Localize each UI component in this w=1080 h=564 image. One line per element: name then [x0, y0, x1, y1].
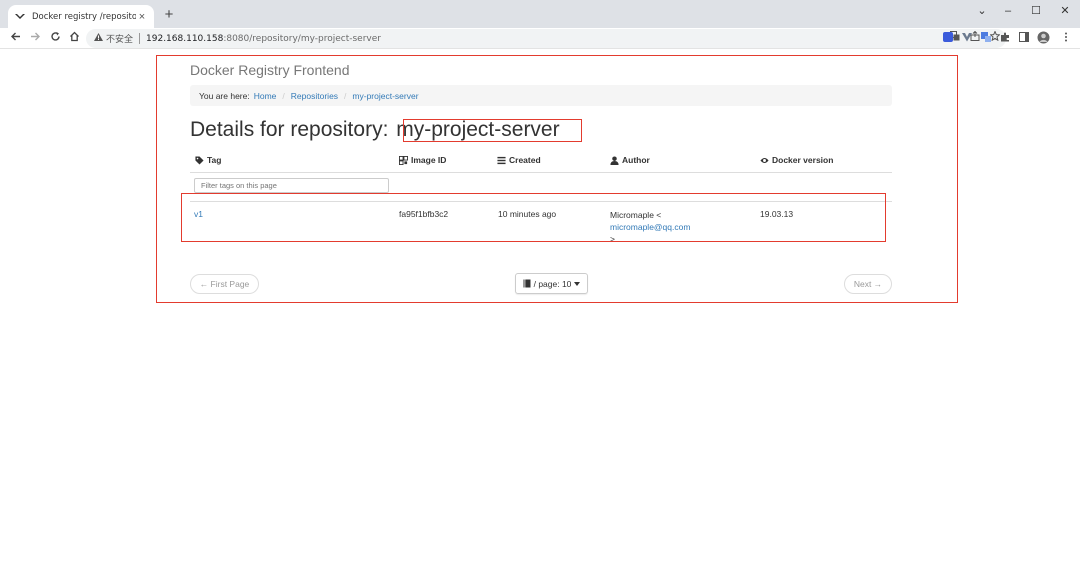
- column-header-image-id[interactable]: Image ID: [399, 155, 446, 165]
- first-page-button[interactable]: ← First Page: [190, 274, 259, 294]
- list-icon: [497, 156, 506, 164]
- app-brand[interactable]: Docker Registry Frontend: [190, 62, 350, 78]
- caret-down-icon: [574, 281, 581, 286]
- extensions-puzzle-icon[interactable]: [999, 32, 1011, 44]
- qrcode-icon: [399, 155, 408, 165]
- maximize-button[interactable]: ☐: [1024, 2, 1048, 20]
- address-bar-actions: [950, 30, 1001, 44]
- extension-blue-icon[interactable]: [942, 32, 954, 44]
- column-header-docker-version[interactable]: Docker version: [760, 155, 833, 165]
- tab-search-icon[interactable]: ⌄: [970, 2, 994, 20]
- breadcrumb-divider: /: [282, 90, 285, 101]
- breadcrumb-repositories[interactable]: Repositories: [291, 91, 338, 101]
- breadcrumb: You are here: Home / Repositories / my-p…: [190, 85, 892, 106]
- browser-toolbar: 不安全 192.168.110.158 :8080/repository/my-…: [0, 28, 1080, 49]
- new-tab-button[interactable]: +: [160, 6, 178, 24]
- forward-arrow-icon[interactable]: [27, 30, 43, 46]
- back-arrow-icon[interactable]: [7, 30, 23, 46]
- column-header-tag[interactable]: Tag: [195, 155, 221, 165]
- more-menu-icon[interactable]: [1060, 32, 1072, 44]
- next-page-button[interactable]: Next →: [844, 274, 892, 294]
- warning-icon: [94, 33, 103, 44]
- profile-avatar[interactable]: [1037, 31, 1050, 44]
- home-icon[interactable]: [66, 30, 82, 46]
- browser-tabstrip: Docker registry /repository/m × + ⌄ – ☐ …: [0, 0, 1080, 28]
- tag-icon: [195, 155, 204, 165]
- items-per-page-dropdown[interactable]: / page: 10: [515, 273, 588, 294]
- browser-tab[interactable]: Docker registry /repository/m ×: [8, 5, 154, 28]
- not-secure-label: 不安全: [106, 35, 134, 45]
- url-host: 192.168.110.158: [146, 33, 224, 44]
- filter-tags-input[interactable]: [194, 178, 389, 193]
- breadcrumb-home[interactable]: Home: [254, 91, 277, 101]
- minimize-button[interactable]: –: [996, 2, 1020, 20]
- extension-translate-icon[interactable]: [980, 32, 992, 44]
- breadcrumb-divider: /: [344, 90, 347, 101]
- column-header-created[interactable]: Created: [497, 155, 541, 165]
- user-icon: [610, 155, 619, 165]
- breadcrumb-label: You are here:: [199, 90, 250, 101]
- address-divider: [139, 33, 141, 44]
- breadcrumb-current-repo[interactable]: my-project-server: [352, 91, 418, 101]
- url-path: :8080/repository/my-project-server: [223, 33, 381, 44]
- eye-icon: [760, 157, 769, 163]
- highlight-repo-name-box: [403, 119, 582, 142]
- side-panel-icon[interactable]: [1018, 32, 1030, 44]
- address-bar[interactable]: 不安全 192.168.110.158 :8080/repository/my-…: [86, 29, 1006, 48]
- docker-registry-favicon-icon: [14, 12, 26, 22]
- page-content: Docker Registry Frontend You are here: H…: [0, 50, 1080, 564]
- book-icon: [523, 279, 531, 288]
- per-page-label: / page: 10: [533, 278, 572, 289]
- extension-vue-icon[interactable]: [961, 32, 973, 44]
- close-window-button[interactable]: ✕: [1053, 2, 1077, 20]
- page-title-prefix: Details for repository:: [190, 118, 389, 141]
- highlight-row-box: [181, 193, 886, 242]
- tab-close-icon[interactable]: ×: [136, 11, 148, 23]
- reload-icon[interactable]: [47, 30, 63, 46]
- column-header-author[interactable]: Author: [610, 155, 650, 165]
- tags-table-header: Tag Image ID Created Author Docker versi…: [190, 150, 892, 173]
- tab-title: Docker registry /repository/m: [32, 11, 136, 22]
